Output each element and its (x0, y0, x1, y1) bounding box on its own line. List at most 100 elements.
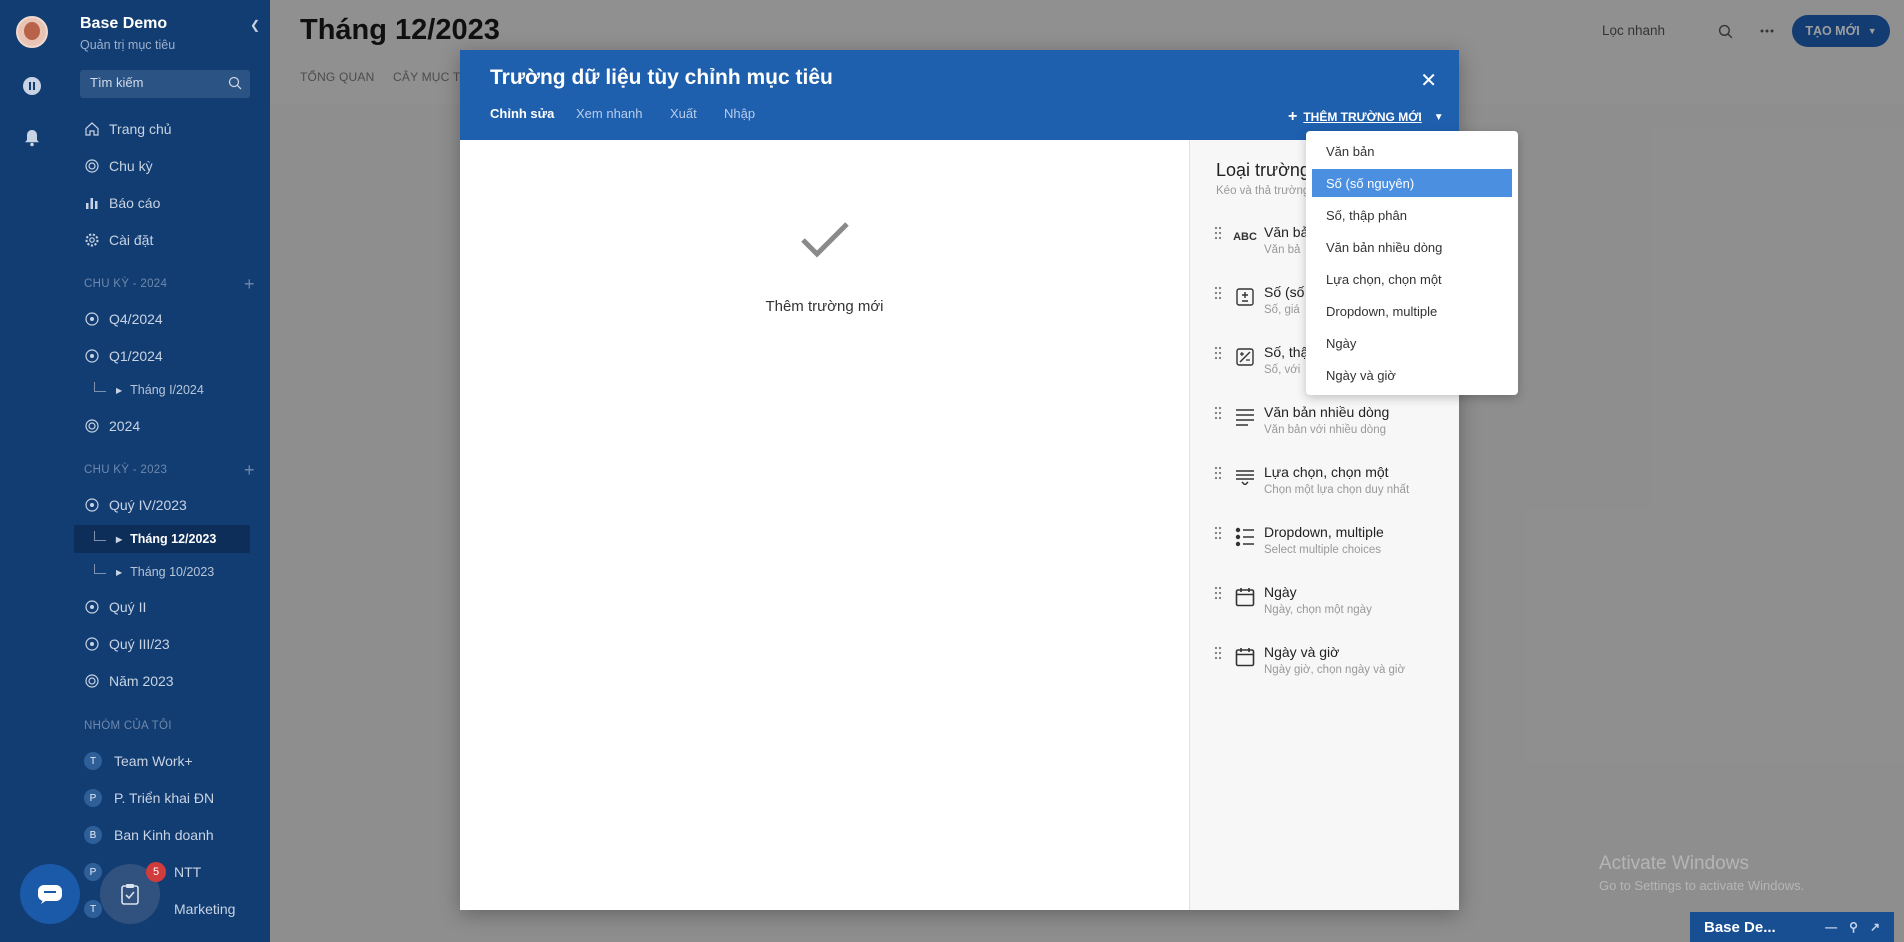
cycle-icon (84, 673, 100, 689)
icon-rail (0, 0, 64, 942)
palette-subtitle: Kéo và thả trường (1216, 185, 1310, 197)
list-icon (1234, 526, 1256, 548)
drag-handle-icon[interactable] (1214, 646, 1222, 660)
add-cycle-2024-button[interactable]: + (244, 275, 255, 293)
sidebar-item-settings[interactable]: Cài đặt (74, 224, 250, 256)
multiline-text-icon (1234, 406, 1256, 428)
sidebar-item-label: Q1/2024 (109, 348, 163, 364)
menu-item-date[interactable]: Ngày (1312, 329, 1512, 357)
sidebar-item-label: Quý IV/2023 (109, 497, 187, 513)
sidebar-item-q4-2024[interactable]: Q4/2024 (74, 303, 250, 335)
field-type-desc: Ngày giờ, chọn ngày và giờ (1264, 664, 1406, 676)
chat-dock-label: Base De... (1704, 918, 1776, 936)
add-field-label: THÊM TRƯỜNG MỚI (1303, 110, 1422, 124)
sidebar-item-q1-2024[interactable]: Q1/2024 (74, 340, 250, 372)
sidebar-item-label: Chu kỳ (109, 158, 153, 174)
sidebar-item-home[interactable]: Trang chủ (74, 113, 250, 145)
field-type-name: Văn bản nhiều dòng (1264, 404, 1390, 420)
user-avatar[interactable] (16, 16, 48, 48)
add-field-dropdown-menu: Văn bản Số (số nguyên) Số, thập phân Văn… (1306, 131, 1518, 395)
target-icon (84, 348, 100, 364)
drag-handle-icon[interactable] (1214, 226, 1222, 240)
menu-item-integer[interactable]: Số (số nguyên) (1312, 169, 1512, 197)
goals-app-icon[interactable] (22, 76, 42, 96)
minimize-icon[interactable]: — (1825, 920, 1837, 934)
collapse-sidebar-icon[interactable]: ❮ (250, 18, 260, 32)
field-type-datetime[interactable]: Ngày và giờ Ngày giờ, chọn ngày và giờ (1214, 644, 1444, 688)
target-icon (84, 636, 100, 652)
field-type-name: Dropdown, multiple (1264, 524, 1384, 540)
expand-icon[interactable]: ▶ (116, 386, 122, 395)
sidebar-group-team-work[interactable]: T Team Work+ (74, 745, 250, 777)
caret-down-icon: ▼ (1433, 111, 1444, 123)
menu-item-decimal[interactable]: Số, thập phân (1312, 201, 1512, 229)
field-type-date[interactable]: Ngày Ngày, chọn một ngày (1214, 584, 1444, 628)
drag-handle-icon[interactable] (1214, 346, 1222, 360)
field-type-name: Ngày (1264, 584, 1297, 600)
menu-item-text[interactable]: Văn bản (1312, 137, 1512, 165)
tab-edit[interactable]: Chỉnh sửa (490, 106, 554, 121)
modal-title: Trường dữ liệu tùy chỉnh mục tiêu (490, 66, 833, 89)
field-type-desc: Số, với (1264, 364, 1301, 376)
chat-button[interactable] (20, 864, 80, 924)
report-icon (84, 195, 100, 211)
sidebar-group-trien-khai[interactable]: P P. Triển khai ĐN (74, 782, 250, 814)
single-choice-icon (1234, 466, 1256, 488)
search-icon[interactable]: ⚲ (1849, 920, 1858, 934)
chat-dock[interactable]: Base De... — ⚲ ↗ (1690, 912, 1894, 942)
abc-icon: ABC (1233, 231, 1257, 243)
checkmark-icon (800, 220, 850, 265)
sidebar: Base Demo Quản trị mục tiêu ❮ Trang chủ … (64, 0, 270, 942)
add-cycle-2023-button[interactable]: + (244, 461, 255, 479)
menu-item-multiple[interactable]: Dropdown, multiple (1312, 297, 1512, 325)
expand-icon[interactable]: ▶ (116, 535, 122, 544)
modal-header: Trường dữ liệu tùy chỉnh mục tiêu ✕ Chỉn… (460, 50, 1459, 140)
bell-icon[interactable] (22, 128, 42, 148)
tasks-count-badge: 5 (146, 862, 166, 882)
sidebar-item-label: Quý III/23 (109, 636, 170, 652)
chat-icon (38, 885, 62, 904)
field-type-name: Số, thậ (1264, 344, 1309, 360)
drag-handle-icon[interactable] (1214, 586, 1222, 600)
add-field-button[interactable]: + THÊM TRƯỜNG MỚI ▼ (1288, 108, 1444, 126)
sidebar-item-q2[interactable]: Quý II (74, 591, 250, 623)
field-type-name: Văn bả (1264, 224, 1309, 240)
tab-import[interactable]: Nhập (724, 106, 755, 121)
drag-handle-icon[interactable] (1214, 526, 1222, 540)
sidebar-subitem-jan-2024[interactable]: ▶ Tháng I/2024 (74, 376, 250, 404)
sidebar-item-q4-2023[interactable]: Quý IV/2023 (74, 489, 250, 521)
drag-handle-icon[interactable] (1214, 286, 1222, 300)
drag-handle-icon[interactable] (1214, 406, 1222, 420)
plus-icon: + (1288, 108, 1298, 125)
sidebar-item-year-2023[interactable]: Năm 2023 (74, 665, 250, 697)
clipboard-check-icon (121, 884, 139, 905)
menu-item-multiline[interactable]: Văn bản nhiều dòng (1312, 233, 1512, 261)
sidebar-group-kinh-doanh[interactable]: B Ban Kinh doanh (74, 819, 250, 851)
fields-canvas[interactable]: Thêm trường mới (460, 140, 1189, 910)
calendar-icon (1234, 586, 1256, 608)
search-icon[interactable] (228, 76, 242, 95)
tab-export[interactable]: Xuất (670, 106, 697, 121)
sidebar-item-label: Marketing (174, 901, 236, 917)
expand-icon[interactable]: ▶ (116, 568, 122, 577)
sidebar-subitem-oct-2023[interactable]: ▶ Tháng 10/2023 (74, 558, 250, 586)
field-type-multiline[interactable]: Văn bản nhiều dòng Văn bản với nhiều dòn… (1214, 404, 1444, 448)
tab-preview[interactable]: Xem nhanh (576, 106, 643, 121)
popout-icon[interactable]: ↗ (1870, 920, 1880, 934)
sidebar-item-2024[interactable]: 2024 (74, 410, 250, 442)
menu-item-single-choice[interactable]: Lựa chọn, chọn một (1312, 265, 1512, 293)
sidebar-subitem-dec-2023[interactable]: ▶ Tháng 12/2023 (74, 525, 250, 553)
close-icon[interactable]: ✕ (1420, 68, 1437, 93)
sidebar-item-q3-23[interactable]: Quý III/23 (74, 628, 250, 660)
field-type-multiple[interactable]: Dropdown, multiple Select multiple choic… (1214, 524, 1444, 568)
menu-item-datetime[interactable]: Ngày và giờ (1312, 361, 1512, 389)
cycle-icon (84, 418, 100, 434)
target-icon (84, 311, 100, 327)
search-input[interactable] (80, 70, 220, 95)
field-type-single-choice[interactable]: Lựa chọn, chọn một Chọn một lựa chọn duy… (1214, 464, 1444, 508)
field-type-desc: Chọn một lựa chọn duy nhất (1264, 484, 1410, 496)
sidebar-item-label: Cài đặt (109, 232, 154, 248)
sidebar-item-reports[interactable]: Báo cáo (74, 187, 250, 219)
sidebar-item-cycles[interactable]: Chu kỳ (74, 150, 250, 182)
drag-handle-icon[interactable] (1214, 466, 1222, 480)
